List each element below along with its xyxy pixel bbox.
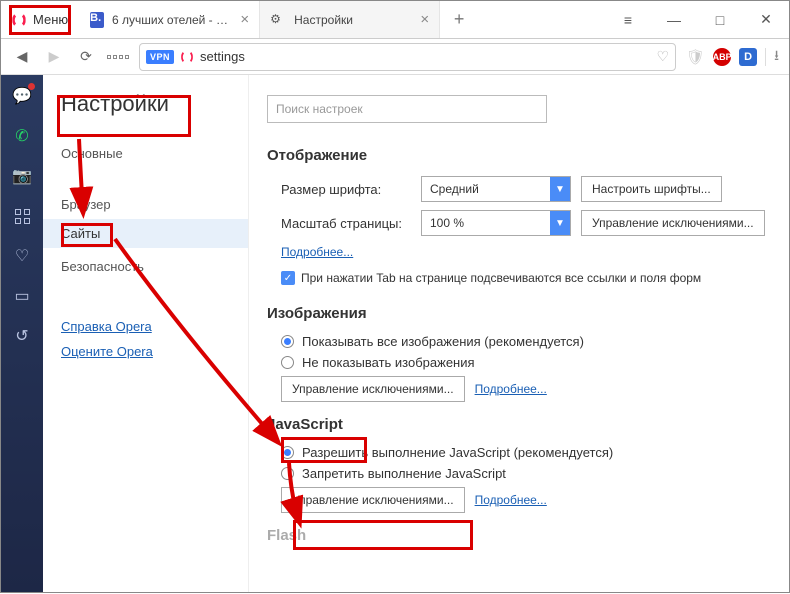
tab-hotels[interactable]: B. 6 лучших отелей - Мертв ×: [80, 1, 260, 38]
tab-label: 6 лучших отелей - Мертв: [112, 13, 232, 27]
nav-item-browser[interactable]: Браузер: [61, 190, 230, 219]
display-more-link[interactable]: Подробнее...: [281, 245, 353, 259]
tab-label: Настройки: [294, 13, 353, 27]
shield-icon[interactable]: 🛡: [686, 48, 705, 66]
omnibox[interactable]: VPN settings ♡: [139, 43, 676, 71]
speed-dial-button[interactable]: [107, 46, 129, 68]
snapshot-icon[interactable]: 📷: [11, 165, 33, 187]
js-exceptions-button[interactable]: Управление исключениями...: [281, 487, 465, 513]
chevron-down-icon: ▼: [550, 177, 570, 201]
nav-item-security[interactable]: Безопасность: [61, 252, 230, 281]
heart-icon[interactable]: ♡: [11, 245, 33, 267]
tab-strip: Меню B. 6 лучших отелей - Мертв × ⚙ Наст…: [1, 1, 789, 39]
javascript-heading: JavaScript: [267, 416, 771, 433]
page-body: 💬 ✆ 📷 ♡ ▭ ↺ Настройки Основные Браузер С…: [1, 75, 789, 592]
display-heading: Отображение: [267, 147, 771, 164]
url-text: settings: [200, 49, 245, 64]
images-hide-label: Не показывать изображения: [302, 355, 475, 370]
extension-d-icon[interactable]: D: [739, 48, 757, 66]
new-tab-button[interactable]: +: [440, 1, 478, 38]
tab-highlight-label: При нажатии Tab на странице подсвечивают…: [301, 271, 701, 285]
app-sidebar: 💬 ✆ 📷 ♡ ▭ ↺: [1, 75, 43, 592]
downloads-icon[interactable]: ⭳: [774, 45, 779, 69]
maximize-button[interactable]: □: [697, 1, 743, 38]
window-controls: ≡ — □ ✕: [605, 1, 789, 38]
settings-title: Настройки: [61, 91, 230, 121]
font-size-select[interactable]: Средний▼: [421, 176, 571, 202]
history-icon[interactable]: ↺: [11, 325, 33, 347]
page-zoom-select[interactable]: 100 %▼: [421, 210, 571, 236]
tab-close-icon[interactable]: ×: [240, 11, 249, 28]
gear-icon: ⚙: [270, 12, 286, 28]
easy-setup-button[interactable]: ≡: [605, 1, 651, 38]
messenger-icon[interactable]: 💬: [11, 85, 33, 107]
news-icon[interactable]: ▭: [11, 285, 33, 307]
adblock-icon[interactable]: ABP: [713, 48, 731, 66]
tab-close-icon[interactable]: ×: [420, 11, 429, 28]
whatsapp-icon[interactable]: ✆: [11, 125, 33, 147]
images-show-radio[interactable]: [281, 335, 294, 348]
js-allow-label: Разрешить выполнение JavaScript (рекомен…: [302, 445, 613, 460]
tab-highlight-checkbox[interactable]: ✓: [281, 271, 295, 285]
settings-content: Поиск настроек Отображение Размер шрифта…: [249, 75, 789, 592]
help-link[interactable]: Справка Opera: [61, 319, 230, 334]
minimize-button[interactable]: —: [651, 1, 697, 38]
images-heading: Изображения: [267, 305, 771, 322]
flash-heading: Flash: [267, 527, 771, 544]
js-deny-label: Запретить выполнение JavaScript: [302, 466, 506, 481]
search-placeholder: Поиск настроек: [276, 102, 363, 116]
images-exceptions-button[interactable]: Управление исключениями...: [281, 376, 465, 402]
settings-search-input[interactable]: Поиск настроек: [267, 95, 547, 123]
menu-button[interactable]: Меню: [1, 1, 80, 38]
js-deny-radio[interactable]: [281, 467, 294, 480]
js-more-link[interactable]: Подробнее...: [475, 493, 547, 507]
js-allow-radio[interactable]: [281, 446, 294, 459]
images-hide-radio[interactable]: [281, 356, 294, 369]
reload-button[interactable]: ⟳: [75, 46, 97, 68]
font-size-label: Размер шрифта:: [281, 182, 411, 197]
page-zoom-label: Масштаб страницы:: [281, 216, 411, 231]
bookmark-icon[interactable]: ♡: [656, 48, 669, 65]
vpn-badge[interactable]: VPN: [146, 50, 174, 64]
zoom-exceptions-button[interactable]: Управление исключениями...: [581, 210, 765, 236]
back-button[interactable]: ◀: [11, 46, 33, 68]
customize-fonts-button[interactable]: Настроить шрифты...: [581, 176, 722, 202]
address-bar: ◀ ▶ ⟳ VPN settings ♡ 🛡 ABP D ⭳: [1, 39, 789, 75]
tab-settings[interactable]: ⚙ Настройки ×: [260, 1, 440, 38]
menu-label: Меню: [33, 12, 68, 27]
nav-item-sites[interactable]: Сайты: [43, 219, 248, 248]
rate-link[interactable]: Оцените Opera: [61, 344, 230, 359]
opera-logo-icon: [12, 12, 26, 28]
close-button[interactable]: ✕: [743, 1, 789, 38]
chevron-down-icon: ▼: [550, 211, 570, 235]
nav-item-basic[interactable]: Основные: [61, 139, 230, 168]
speeddial-grid-icon[interactable]: [11, 205, 33, 227]
favicon-b-icon: B.: [90, 12, 104, 28]
images-show-label: Показывать все изображения (рекомендуетс…: [302, 334, 584, 349]
settings-sidebar: Настройки Основные Браузер Сайты Безопас…: [43, 75, 249, 592]
images-more-link[interactable]: Подробнее...: [475, 382, 547, 396]
opera-icon: [181, 50, 193, 64]
forward-button[interactable]: ▶: [43, 46, 65, 68]
divider: [765, 48, 766, 66]
